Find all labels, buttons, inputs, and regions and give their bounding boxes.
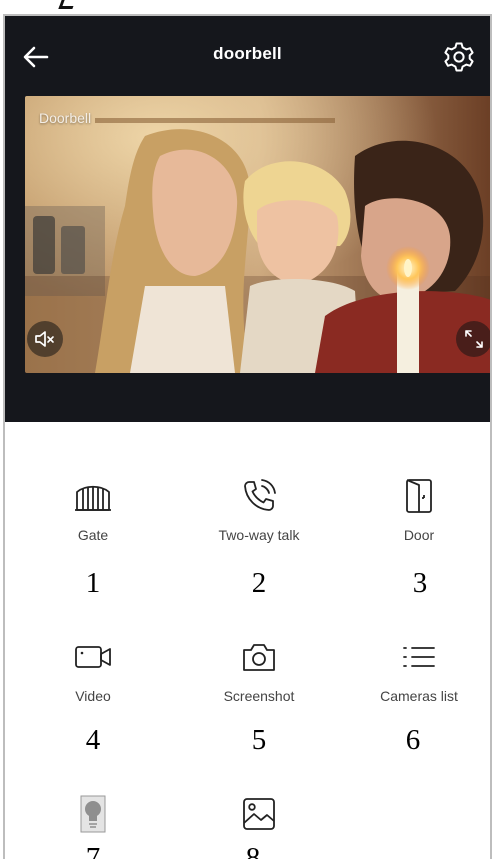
video-camera-icon xyxy=(75,646,111,668)
speaker-muted-icon xyxy=(35,331,54,347)
control-number-2: 2 xyxy=(251,567,267,599)
control-number-1: 1 xyxy=(85,567,101,599)
mute-toggle[interactable] xyxy=(27,321,63,357)
light-control[interactable] xyxy=(18,794,168,834)
gate-control[interactable]: Gate xyxy=(18,476,168,543)
control-number-4: 4 xyxy=(85,724,101,756)
door-icon xyxy=(406,479,432,513)
page-title: doorbell xyxy=(213,44,282,63)
list-icon xyxy=(403,647,435,667)
settings-gear-icon[interactable] xyxy=(442,40,476,74)
camera-live-view[interactable]: Doorbell xyxy=(25,96,490,373)
control-number-6: 6 xyxy=(405,724,421,756)
video-label: Video xyxy=(75,688,111,704)
gate-label: Gate xyxy=(77,527,109,543)
camera-icon xyxy=(243,644,275,671)
cameras-list-control[interactable]: Cameras list xyxy=(344,637,490,704)
camera-name-label: Doorbell xyxy=(39,110,92,126)
light-bulb-icon xyxy=(80,795,106,833)
video-control[interactable]: Video xyxy=(18,637,168,704)
app-frame: doorbell Doorbell Gate Two-way talk Door… xyxy=(3,14,492,859)
status-strip xyxy=(0,0,496,14)
door-label: Door xyxy=(403,527,435,543)
screenshot-control[interactable]: Screenshot xyxy=(184,637,334,704)
controls-panel: Gate Two-way talk Door 1 2 3 Video Scree… xyxy=(5,422,490,859)
image-icon xyxy=(243,798,275,830)
screenshot-label: Screenshot xyxy=(223,688,295,704)
door-control[interactable]: Door xyxy=(344,476,490,543)
camera-feed-image xyxy=(25,96,490,373)
gallery-control[interactable] xyxy=(184,794,334,834)
fullscreen-icon xyxy=(465,330,483,348)
phone-call-icon xyxy=(244,479,276,511)
fullscreen-toggle[interactable] xyxy=(456,321,490,357)
gate-icon xyxy=(75,485,111,511)
cameras-list-label: Cameras list xyxy=(380,688,458,704)
control-number-8: 8 xyxy=(245,842,261,859)
control-number-3: 3 xyxy=(412,567,428,599)
control-number-7: 7 xyxy=(85,842,101,859)
control-number-5: 5 xyxy=(251,724,267,756)
top-bar: doorbell xyxy=(5,16,490,96)
status-mark xyxy=(58,0,76,9)
two-way-talk-label: Two-way talk xyxy=(218,527,300,543)
two-way-talk-control[interactable]: Two-way talk xyxy=(184,476,334,543)
